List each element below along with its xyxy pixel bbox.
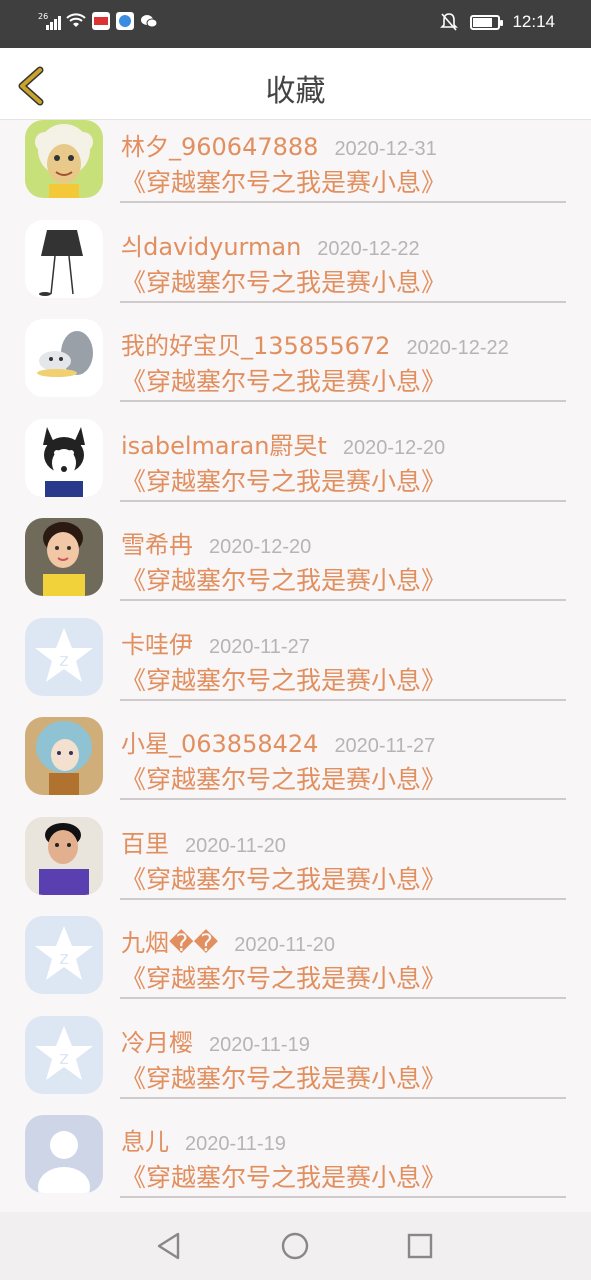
row-divider <box>120 201 566 203</box>
user-name: 百里 <box>121 830 169 858</box>
user-name: 息儿 <box>121 1128 169 1156</box>
book-title[interactable]: 《穿越塞尔号之我是赛小息》 <box>121 561 446 597</box>
list-item[interactable]: z 冷月樱 2020-11-19 《穿越塞尔号之我是赛小息》 <box>0 1015 591 1114</box>
book-title[interactable]: 《穿越塞尔号之我是赛小息》 <box>121 959 446 995</box>
favorite-date: 2020-11-20 <box>185 835 286 857</box>
user-name: 싀davidyurman <box>121 233 302 261</box>
list-item[interactable]: 我的好宝贝_135855672 2020-12-22 《穿越塞尔号之我是赛小息》 <box>0 318 591 417</box>
svg-text:z: z <box>59 948 68 969</box>
book-title[interactable]: 《穿越塞尔号之我是赛小息》 <box>121 362 446 398</box>
avatar[interactable] <box>25 220 103 298</box>
user-name-line: 冷月樱 2020-11-19 <box>121 1023 310 1058</box>
avatar[interactable] <box>25 717 103 795</box>
user-name: 小星_063858424 <box>121 730 319 758</box>
favorites-list[interactable]: 林夕_960647888 2020-12-31 《穿越塞尔号之我是赛小息》 싀davi… <box>0 120 591 1212</box>
row-divider <box>120 301 566 303</box>
user-name: 我的好宝贝_135855672 <box>121 332 391 360</box>
status-right: 12:14 <box>440 12 555 32</box>
user-name-line: 雪希冉 2020-12-20 <box>121 525 311 560</box>
favorite-date: 2020-11-19 <box>209 1034 310 1056</box>
clock: 12:14 <box>512 12 555 31</box>
avatar[interactable]: z <box>25 618 103 696</box>
row-divider <box>120 500 566 502</box>
battery-icon <box>470 14 504 30</box>
app-icon-2 <box>116 12 134 30</box>
nav-recents-icon[interactable] <box>402 1228 438 1264</box>
user-name-line: 싀davidyurman 2020-12-22 <box>121 227 420 262</box>
list-item[interactable]: isabelmaran罻旲t 2020-12-20 《穿越塞尔号之我是赛小息》 <box>0 418 591 517</box>
favorite-date: 2020-12-22 <box>406 337 509 359</box>
row-divider <box>120 798 566 800</box>
favorite-date: 2020-11-27 <box>334 735 436 757</box>
wifi-icon <box>66 13 86 27</box>
user-name-line: 百里 2020-11-20 <box>121 824 286 859</box>
user-name-line: 小星_063858424 2020-11-27 <box>121 724 435 759</box>
book-title[interactable]: 《穿越塞尔号之我是赛小息》 <box>121 760 446 796</box>
list-item[interactable]: z 卡哇伊 2020-11-27 《穿越塞尔号之我是赛小息》 <box>0 617 591 716</box>
favorite-date: 2020-11-19 <box>185 1133 286 1155</box>
book-title[interactable]: 《穿越塞尔号之我是赛小息》 <box>121 661 446 697</box>
avatar[interactable] <box>25 817 103 895</box>
nav-back-icon[interactable] <box>152 1228 188 1264</box>
user-name-line: isabelmaran罻旲t 2020-12-20 <box>121 426 445 461</box>
list-item[interactable]: 息儿 2020-11-19 《穿越塞尔号之我是赛小息》 <box>0 1114 591 1212</box>
avatar[interactable]: z <box>25 916 103 994</box>
list-item[interactable]: 林夕_960647888 2020-12-31 《穿越塞尔号之我是赛小息》 <box>0 120 591 218</box>
list-item[interactable]: z 九烟�� 2020-11-20 《穿越塞尔号之我是赛小息》 <box>0 915 591 1014</box>
user-name: 九烟�� <box>121 929 219 957</box>
avatar[interactable] <box>25 518 103 596</box>
row-divider <box>120 898 566 900</box>
user-name-line: 卡哇伊 2020-11-27 <box>121 625 310 660</box>
row-divider <box>120 400 566 402</box>
svg-text:z: z <box>59 650 68 671</box>
row-divider <box>120 1196 566 1198</box>
user-name-line: 息儿 2020-11-19 <box>121 1122 286 1157</box>
mute-bell-icon <box>440 13 459 31</box>
list-item[interactable]: 싀davidyurman 2020-12-22 《穿越塞尔号之我是赛小息》 <box>0 219 591 318</box>
network-type: 26 <box>38 12 49 21</box>
user-name-line: 我的好宝贝_135855672 2020-12-22 <box>121 326 509 361</box>
status-left: 26 <box>38 12 158 30</box>
favorite-date: 2020-12-31 <box>334 138 437 160</box>
system-nav-bar <box>0 1212 591 1280</box>
book-title[interactable]: 《穿越塞尔号之我是赛小息》 <box>121 163 446 199</box>
user-name: 卡哇伊 <box>121 631 193 659</box>
user-name: 雪希冉 <box>121 531 193 559</box>
user-name: 冷月樱 <box>121 1029 193 1057</box>
user-name: 林夕_960647888 <box>121 133 319 161</box>
favorite-date: 2020-12-20 <box>209 536 312 558</box>
status-bar: 26 12:14 <box>0 0 591 48</box>
row-divider <box>120 1097 566 1099</box>
wechat-icon <box>141 15 158 28</box>
list-item[interactable]: 小星_063858424 2020-11-27 《穿越塞尔号之我是赛小息》 <box>0 716 591 815</box>
avatar[interactable] <box>25 419 103 497</box>
book-title[interactable]: 《穿越塞尔号之我是赛小息》 <box>121 860 446 896</box>
book-title[interactable]: 《穿越塞尔号之我是赛小息》 <box>121 1158 446 1194</box>
row-divider <box>120 997 566 999</box>
avatar[interactable] <box>25 120 103 198</box>
top-bar: 收藏 <box>0 48 591 120</box>
signal-icon: 26 <box>38 12 61 30</box>
user-name: isabelmaran罻旲t <box>121 432 327 460</box>
book-title[interactable]: 《穿越塞尔号之我是赛小息》 <box>121 1059 446 1095</box>
favorite-date: 2020-11-20 <box>234 934 336 956</box>
avatar[interactable] <box>25 1115 103 1193</box>
row-divider <box>120 699 566 701</box>
page-title: 收藏 <box>265 74 326 109</box>
avatar[interactable]: z <box>25 1016 103 1094</box>
book-title[interactable]: 《穿越塞尔号之我是赛小息》 <box>121 462 446 498</box>
user-name-line: 九烟�� 2020-11-20 <box>121 923 335 958</box>
avatar[interactable] <box>25 319 103 397</box>
list-item[interactable]: 百里 2020-11-20 《穿越塞尔号之我是赛小息》 <box>0 816 591 915</box>
favorite-date: 2020-12-22 <box>317 238 420 260</box>
nav-home-icon[interactable] <box>277 1228 313 1264</box>
favorite-date: 2020-12-20 <box>342 437 446 459</box>
user-name-line: 林夕_960647888 2020-12-31 <box>121 127 437 162</box>
svg-text:z: z <box>59 1048 68 1069</box>
favorite-date: 2020-11-27 <box>209 636 310 658</box>
list-item[interactable]: 雪希冉 2020-12-20 《穿越塞尔号之我是赛小息》 <box>0 517 591 616</box>
book-title[interactable]: 《穿越塞尔号之我是赛小息》 <box>121 263 446 299</box>
app-icon-1 <box>92 12 110 30</box>
row-divider <box>120 599 566 601</box>
